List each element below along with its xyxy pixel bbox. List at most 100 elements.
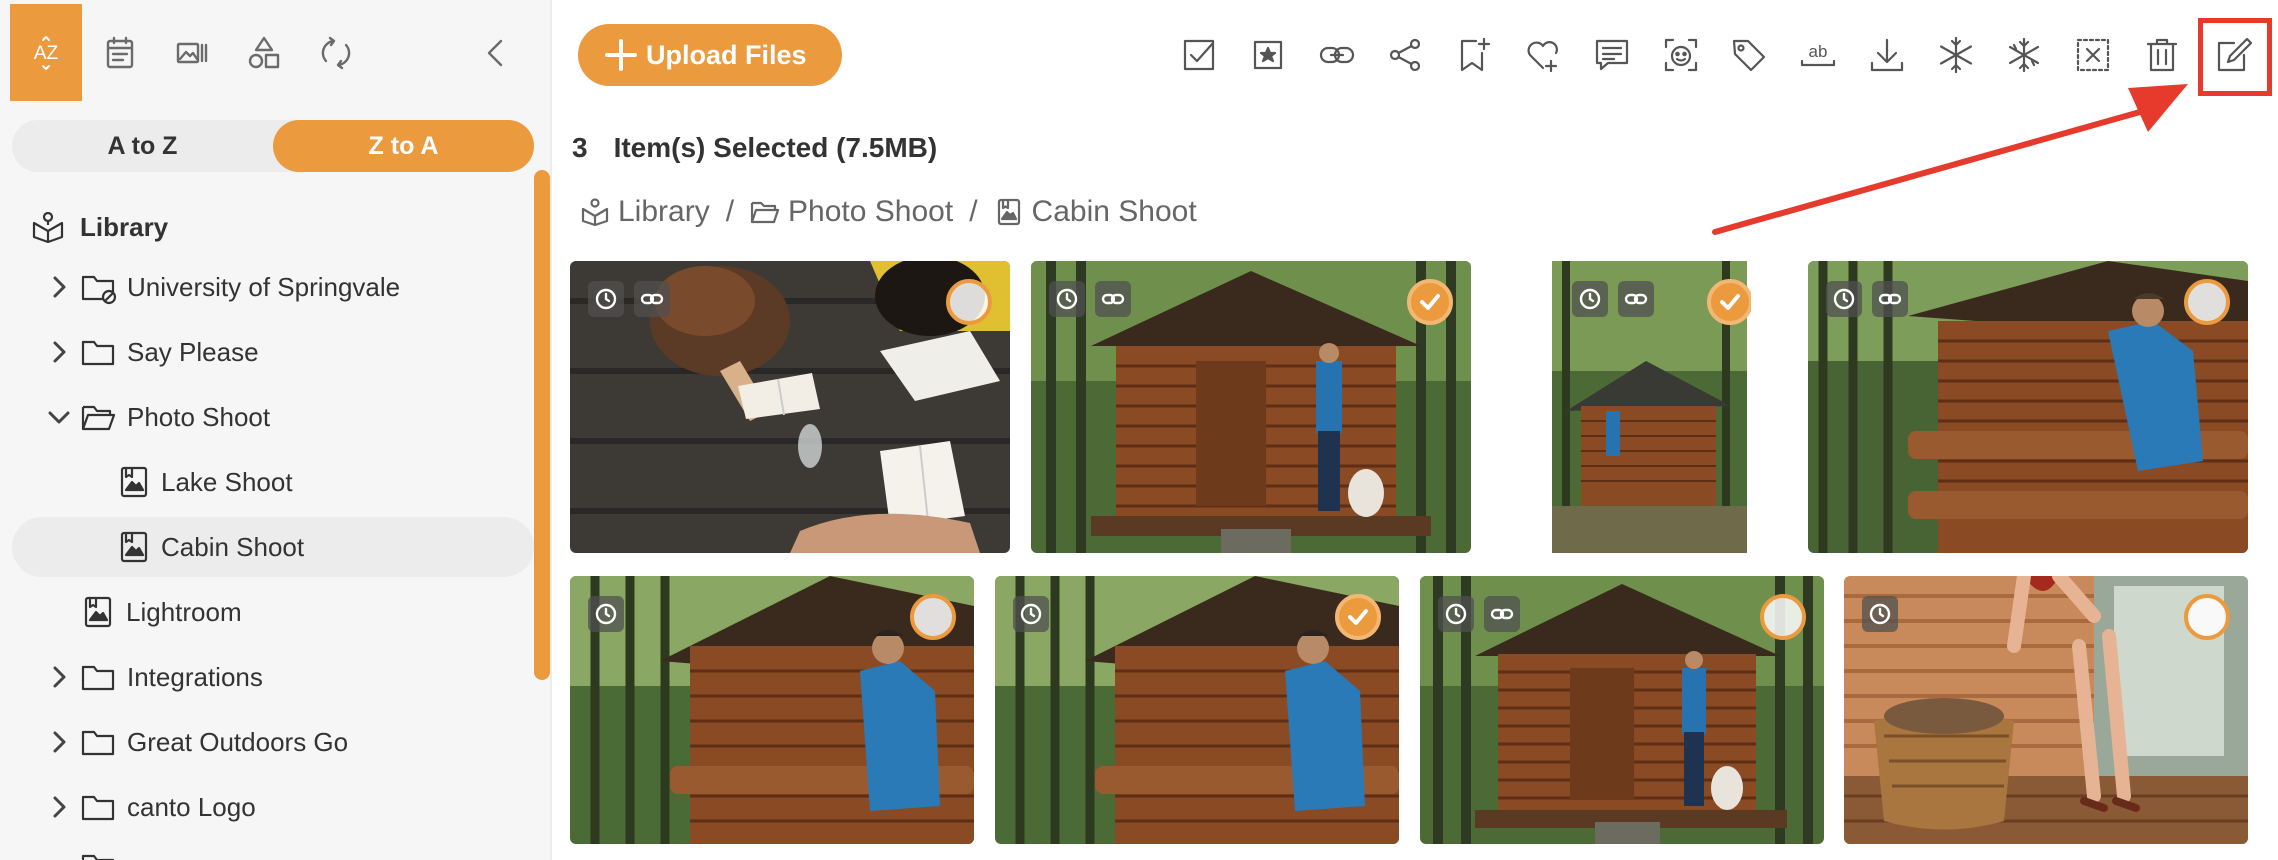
breadcrumb-photo-shoot[interactable]: Photo Shoot — [788, 195, 953, 229]
album-icon — [994, 197, 1024, 227]
tree-library-root[interactable]: Library — [12, 197, 534, 257]
upload-files-button[interactable]: Upload Files — [578, 24, 842, 86]
tree-item-label: Cabin Shoot — [161, 531, 305, 562]
chevron-right-icon[interactable] — [46, 274, 72, 300]
tree-item-label: Lightroom — [126, 596, 242, 627]
share-icon[interactable] — [1382, 30, 1428, 80]
album-icon — [80, 594, 116, 630]
breadcrumb: Library / Photo Shoot / Cabin Shoot — [580, 192, 1197, 232]
add-bookmark-icon[interactable] — [1451, 30, 1497, 80]
comment-icon[interactable] — [1589, 30, 1635, 80]
chevron-right-icon[interactable] — [46, 664, 72, 690]
link-badge-icon — [1618, 281, 1654, 317]
download-icon[interactable] — [1864, 30, 1910, 80]
thumbnail-hiker-rail[interactable] — [1808, 261, 2248, 553]
checkmark-icon — [1348, 609, 1368, 625]
tree-item-label: Great Outdoors Go — [127, 726, 349, 757]
tree-item-label: canto Logo — [127, 791, 256, 822]
tree-item-lake-shoot[interactable]: Lake Shoot — [12, 452, 534, 512]
thumbnail-firewood[interactable] — [1844, 576, 2248, 844]
thumbnail-students[interactable] — [570, 261, 1010, 553]
link-icon[interactable] — [1314, 30, 1360, 80]
thumbnail-hiker-phone-2[interactable] — [995, 576, 1399, 844]
tree-item-label: University of Springvale — [127, 271, 401, 302]
tag-icon[interactable] — [1726, 30, 1772, 80]
upload-files-label: Upload Files — [646, 39, 807, 70]
breadcrumb-library[interactable]: Library — [618, 195, 710, 229]
sidebar: AZ A to Z Z to A Library University of S… — [0, 0, 552, 860]
chevron-right-icon[interactable] — [46, 339, 72, 365]
select-checkbox-checked[interactable] — [1335, 594, 1381, 640]
thumbnail-hiker-phone[interactable] — [570, 576, 974, 844]
tree-item-canto-logo[interactable]: canto Logo — [12, 777, 534, 837]
tree-item-great-outdoors-go[interactable]: Great Outdoors Go — [12, 712, 534, 772]
favorite-icon[interactable] — [1245, 30, 1291, 80]
thumbnail-cabin-dog[interactable] — [1031, 261, 1471, 553]
link-badge-icon — [1095, 281, 1131, 317]
link-badge-icon — [1872, 281, 1908, 317]
select-checkbox[interactable] — [2184, 594, 2230, 640]
delete-icon[interactable] — [2139, 30, 2185, 80]
svg-text:ab: ab — [1809, 42, 1828, 61]
select-checkbox[interactable] — [910, 594, 956, 640]
checkmark-icon — [1420, 294, 1440, 310]
select-checkbox-checked[interactable] — [1407, 279, 1453, 325]
library-icon — [30, 209, 66, 245]
breadcrumb-cabin-shoot: Cabin Shoot — [1031, 195, 1197, 228]
folder-icon — [80, 789, 116, 825]
main-content: Upload Files ab 3 Item(s) Selected (7.5MB… — [554, 0, 2278, 860]
deselect-icon[interactable] — [2070, 30, 2116, 80]
tree-item-integrations[interactable]: Integrations — [12, 647, 534, 707]
edit-highlight-box — [2198, 18, 2272, 96]
sync-icon[interactable] — [300, 4, 372, 101]
sidebar-scrollbar[interactable] — [534, 170, 550, 680]
add-favorite-icon[interactable] — [1520, 30, 1566, 80]
tree-item-photo-shoot[interactable]: Photo Shoot — [12, 387, 534, 447]
clock-icon — [1049, 281, 1085, 317]
face-detect-icon[interactable] — [1658, 30, 1704, 80]
image-list-icon[interactable] — [156, 4, 228, 101]
sort-z-to-a-button[interactable]: Z to A — [273, 120, 534, 172]
tree-item-label: Say Please — [127, 336, 259, 367]
folder-restricted-icon — [80, 269, 116, 305]
select-checkbox[interactable] — [946, 279, 992, 325]
folder-open-icon — [80, 399, 116, 435]
clock-icon — [588, 281, 624, 317]
chevron-down-icon[interactable] — [46, 404, 72, 430]
chevron-right-icon[interactable] — [46, 729, 72, 755]
collapse-chevron-icon[interactable] — [460, 4, 532, 101]
az-sort-icon[interactable]: AZ — [10, 4, 82, 101]
selection-text: Item(s) Selected (7.5MB) — [613, 132, 938, 163]
shapes-icon[interactable] — [228, 4, 300, 101]
tree-item-lightroom[interactable]: Lightroom — [12, 582, 534, 642]
freeze-icon[interactable] — [1933, 30, 1979, 80]
select-checkbox[interactable] — [1760, 594, 1806, 640]
sort-a-to-z-button[interactable]: A to Z — [12, 120, 273, 172]
tree-item-cabin-shoot[interactable]: Cabin Shoot — [12, 517, 534, 577]
tree-item-say-please[interactable]: Say Please — [12, 322, 534, 382]
select-checkbox-checked[interactable] — [1707, 279, 1751, 325]
calendar-icon[interactable] — [84, 4, 156, 101]
thumbnail-cabin-dog-2[interactable] — [1420, 576, 1824, 844]
folder-open-icon — [750, 197, 780, 227]
tree-item-label: Lake Shoot — [161, 466, 293, 497]
select-checkbox[interactable] — [2184, 279, 2230, 325]
select-all-icon[interactable] — [1176, 30, 1222, 80]
ocr-text-icon[interactable]: ab — [1795, 30, 1841, 80]
album-icon — [116, 464, 152, 500]
svg-text:AZ: AZ — [34, 43, 59, 64]
clock-icon — [1438, 596, 1474, 632]
unfreeze-icon[interactable] — [2001, 30, 2047, 80]
tree-item-partial — [12, 840, 534, 860]
tree-item-label: Integrations — [127, 661, 263, 692]
selection-count: 3 — [572, 132, 588, 163]
breadcrumb-separator: / — [969, 195, 978, 228]
breadcrumb-separator: / — [725, 195, 735, 228]
sort-toggle: A to Z Z to A — [12, 120, 534, 172]
folder-icon — [80, 848, 116, 860]
folder-icon — [80, 724, 116, 760]
thumbnail-cabin-small[interactable] — [1486, 261, 1751, 553]
tree-item-university-of-springvale[interactable]: University of Springvale — [12, 257, 534, 317]
chevron-right-icon[interactable] — [46, 794, 72, 820]
link-badge-icon — [1484, 596, 1520, 632]
